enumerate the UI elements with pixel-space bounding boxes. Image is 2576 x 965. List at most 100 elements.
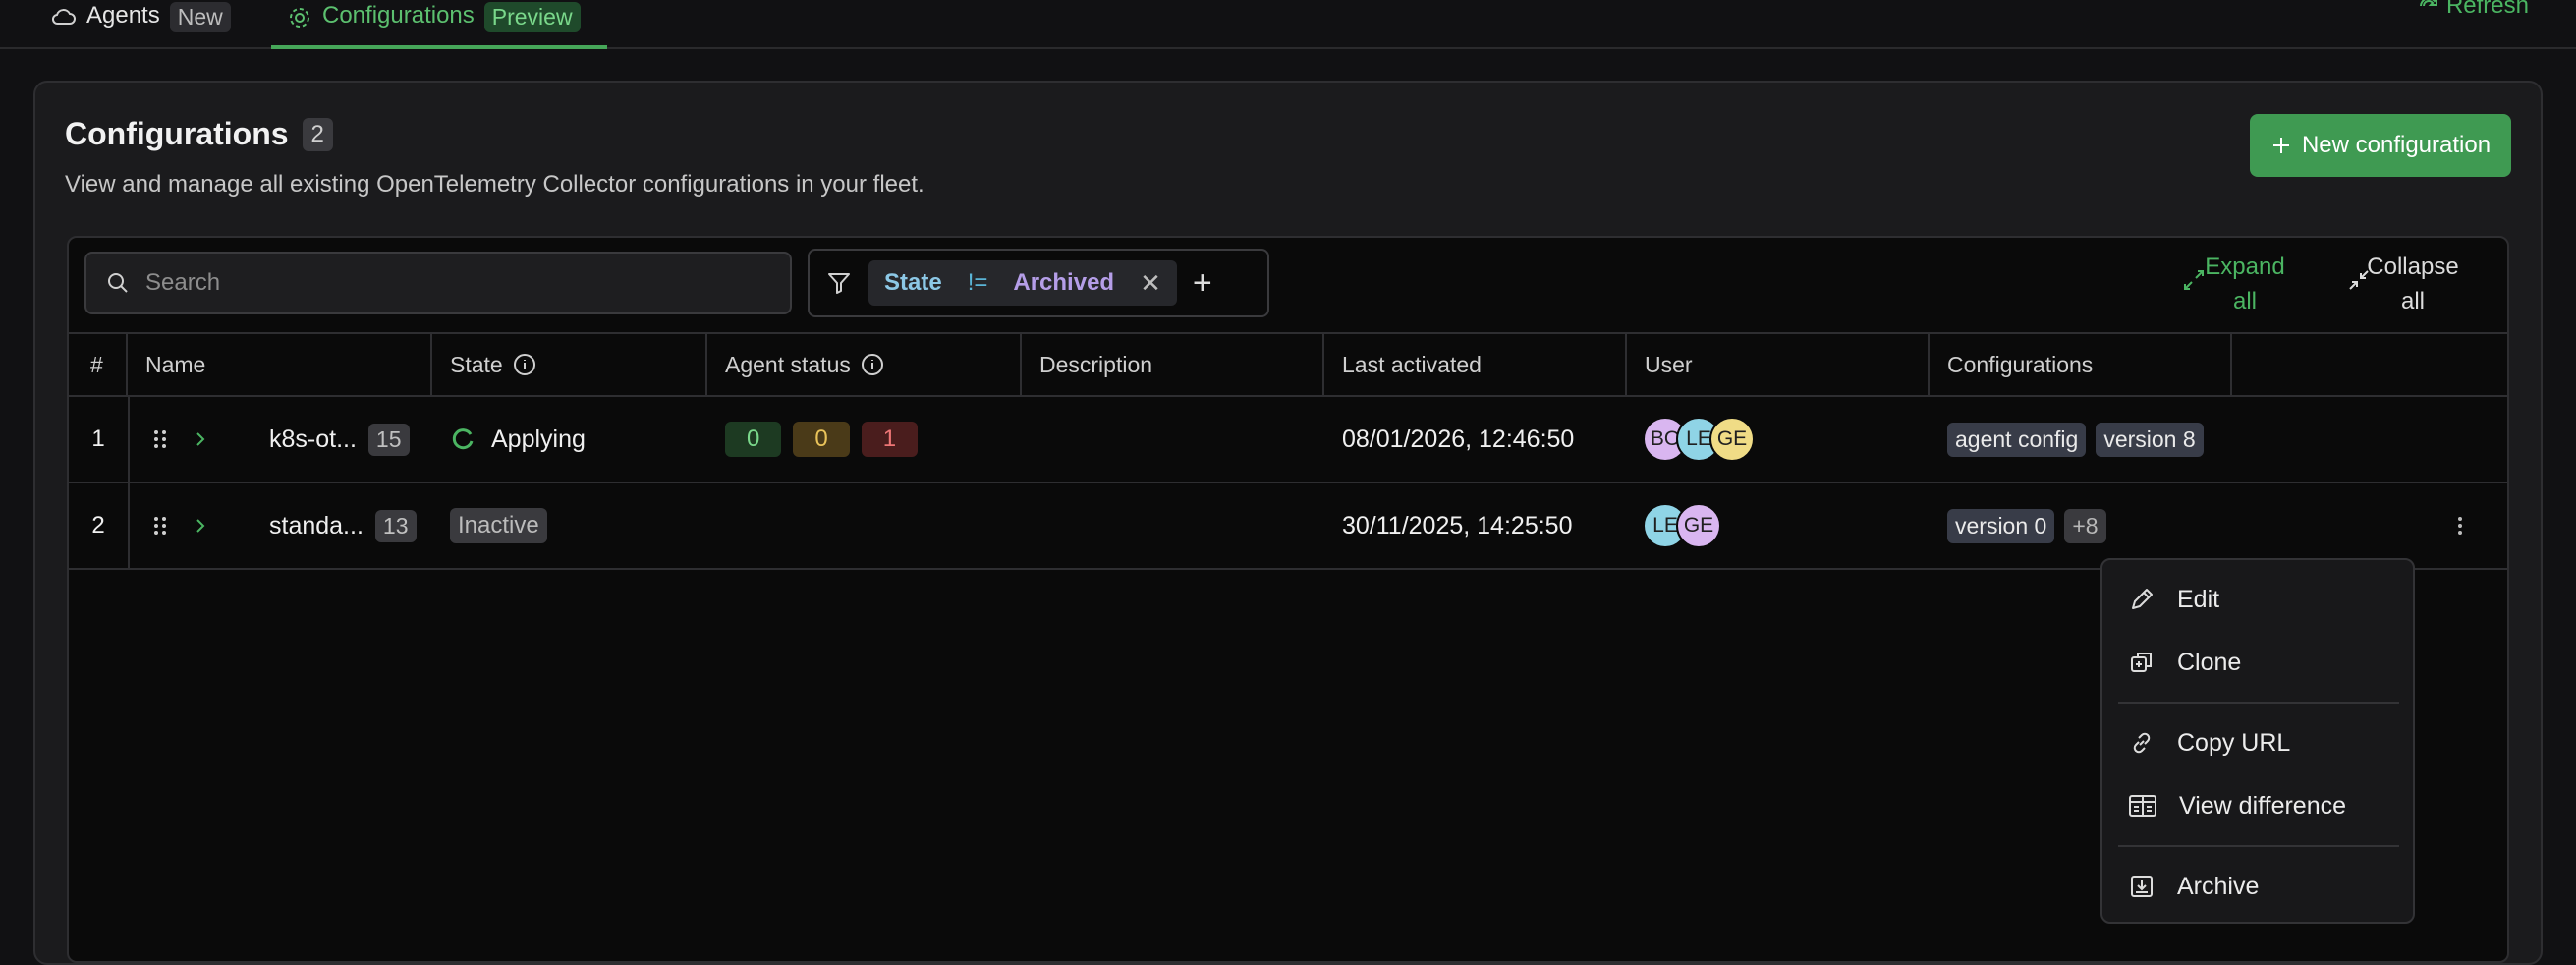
menu-divider [2118,845,2399,847]
config-tag[interactable]: version 8 [2096,422,2204,457]
info-icon[interactable] [861,353,884,376]
diff-icon [2128,792,2157,820]
column-header-number: # [69,334,128,395]
avatar[interactable]: GE [1676,503,1721,548]
more-vertical-icon[interactable] [2456,483,2464,568]
filter-value: Archived [1013,269,1115,296]
column-label: User [1645,351,1693,377]
last-activated: 30/11/2025, 14:25:50 [1342,511,1573,539]
menu-item-label: Copy URL [2177,728,2291,757]
copy-icon [2128,649,2156,676]
config-tag[interactable]: version 0 [1947,508,2055,543]
column-label: Configurations [1947,351,2094,377]
filter-chip-state[interactable]: State != Archived ✕ [868,260,1177,306]
search-icon [106,271,130,295]
expand-label-2: all [2232,288,2257,314]
row-actions-menu: Edit Clone Copy URL View difference Arch… [2100,558,2415,924]
filter-icon[interactable] [825,269,853,297]
config-count-badge: 2 [302,117,333,151]
config-name[interactable]: k8s-ot... 15 [269,397,410,482]
menu-divider [2118,702,2399,704]
refresh-button[interactable]: Refresh [2417,0,2529,20]
menu-item-edit[interactable]: Edit [2116,572,2399,627]
column-label: State [450,351,503,377]
collapse-all-button[interactable]: Collapse all [2344,250,2482,318]
column-label: Last activated [1342,351,1482,377]
menu-item-label: View difference [2179,791,2347,820]
config-tag[interactable]: agent config [1947,422,2087,457]
refresh-icon [2417,0,2440,18]
filter-field: State [884,269,942,296]
state-badge: Inactive [450,508,547,543]
avatar[interactable]: GE [1709,417,1755,462]
chevron-right-icon[interactable] [193,483,208,568]
pencil-icon [2128,586,2156,613]
row-number: 1 [69,397,130,482]
column-label: Agent status [725,351,851,377]
spinner-icon [450,426,476,452]
version-count-badge: 15 [367,423,410,456]
chevron-right-icon[interactable] [193,397,208,482]
drag-handle-icon[interactable] [151,483,169,568]
column-header-description[interactable]: Description [1022,334,1324,395]
menu-item-label: Clone [2177,648,2242,676]
configurations-cell: agent config version 8 [1947,397,2204,482]
tab-agents-badge: New [169,2,231,32]
table-row[interactable]: 2 standa... 13 Inactive 30/11/2025, 14:2… [69,483,2509,570]
filter-bar: State != Archived ✕ + [808,249,1269,317]
new-configuration-button[interactable]: New configuration [2250,114,2511,177]
column-header-agent-status[interactable]: Agent status [707,334,1022,395]
column-header-state[interactable]: State [432,334,707,395]
tab-configurations[interactable]: Configurations Preview [271,0,607,49]
top-nav: Agents New Configurations Preview Refres… [0,0,2576,49]
config-name[interactable]: standa... 13 [269,483,417,568]
collapse-label-1: Collapse [2367,254,2459,280]
config-name-text: standa... [269,511,364,539]
drag-handle-icon[interactable] [151,397,169,482]
table-row[interactable]: 1 k8s-ot... 15 Applying 0 0 1 08/01/2026… [69,397,2509,483]
user-avatars: LE GE [1643,483,1721,568]
add-filter-icon[interactable]: + [1193,264,1212,303]
column-header-last-activated[interactable]: Last activated [1324,334,1627,395]
info-icon[interactable] [513,353,536,376]
agent-status-error: 1 [861,422,919,457]
row-number: 2 [69,483,130,568]
refresh-label: Refresh [2445,0,2529,19]
page-title: Configurations 2 [65,116,333,152]
state-label: Applying [491,425,586,453]
new-configuration-label: New configuration [2301,132,2492,158]
collapse-label-2: all [2400,288,2425,314]
tab-agents-label: Agents [86,2,160,28]
column-header-user[interactable]: User [1627,334,1930,395]
column-label: Name [145,351,206,377]
state-cell: Applying [450,397,586,482]
tab-configurations-badge: Preview [483,2,581,32]
expand-all-button[interactable]: Expand all [2181,250,2309,318]
user-avatars: BO LE GE [1643,397,1755,482]
agent-status-cell: 0 0 1 [725,397,919,482]
column-header-name[interactable]: Name [128,334,432,395]
search-input[interactable]: Search [84,252,792,314]
state-cell: Inactive [450,483,547,568]
column-label: Description [1039,351,1153,377]
filter-operator: != [967,269,988,296]
menu-item-archive[interactable]: Archive [2116,859,2399,914]
last-activated: 08/01/2026, 12:46:50 [1342,425,1575,453]
column-header-configurations[interactable]: Configurations [1930,334,2232,395]
table-header: # Name State Agent status Description La… [69,332,2509,397]
menu-item-view-difference[interactable]: View difference [2116,778,2399,833]
tab-configurations-label: Configurations [322,2,475,28]
column-label: # [90,351,103,377]
menu-item-label: Archive [2177,872,2260,900]
tab-agents[interactable]: Agents New [51,0,231,49]
search-placeholder: Search [145,269,221,296]
page-title-text: Configurations [65,116,289,151]
close-icon[interactable]: ✕ [1140,268,1161,299]
more-configs-badge[interactable]: +8 [2064,508,2106,543]
expand-label-1: Expand [2205,254,2285,280]
agent-status-warning: 0 [793,422,850,457]
menu-item-clone[interactable]: Clone [2116,635,2399,690]
menu-item-copy-url[interactable]: Copy URL [2116,715,2399,770]
configurations-cell: version 0 +8 [1947,483,2106,568]
archive-icon [2128,873,2156,900]
